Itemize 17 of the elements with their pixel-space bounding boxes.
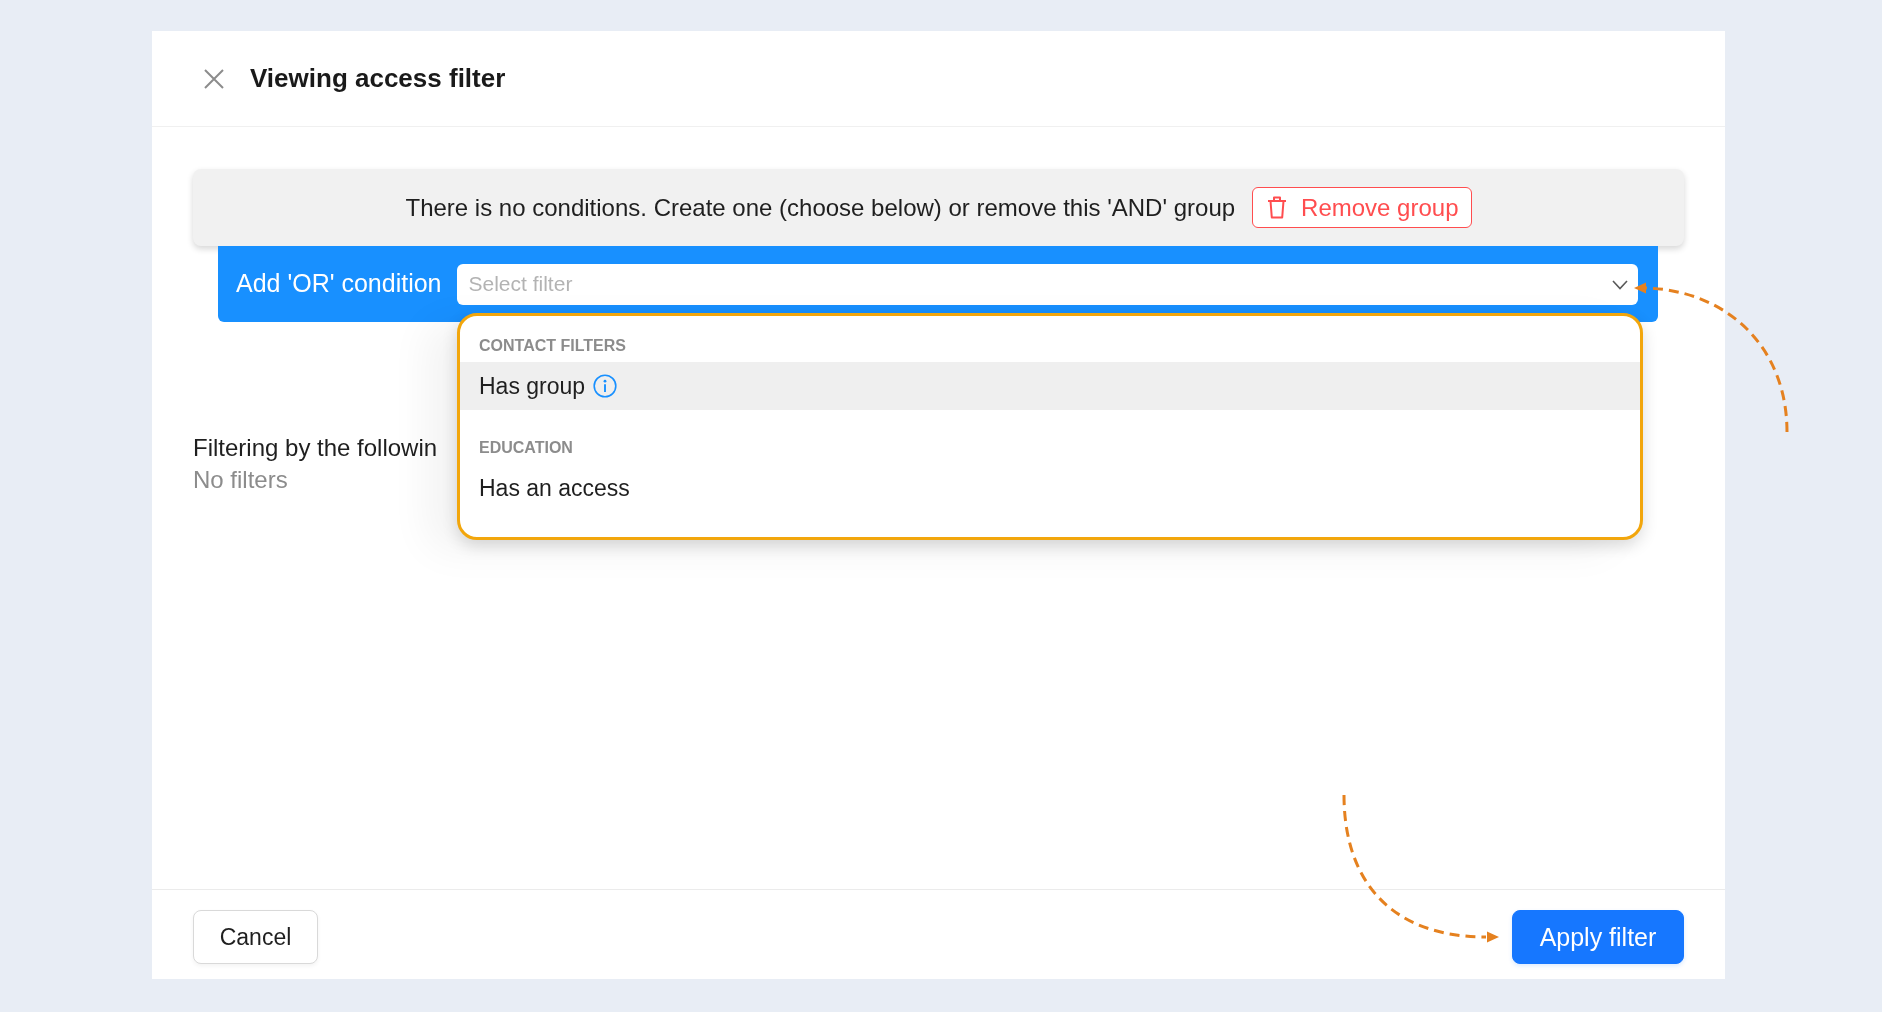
close-button[interactable] xyxy=(204,68,224,89)
no-filters-text: No filters xyxy=(193,465,288,495)
filter-summary-heading: Filtering by the followin xyxy=(193,433,438,463)
dialog-title: Viewing access filter xyxy=(250,62,506,95)
group-heading: CONTACT FILTERS xyxy=(479,336,626,356)
close-icon xyxy=(204,68,224,89)
apply-filter-button[interactable]: Apply filter xyxy=(1512,910,1684,964)
select-field[interactable]: Select filter xyxy=(456,263,1638,305)
info-icon[interactable] xyxy=(593,374,618,398)
or-condition-label: Add 'OR' condition xyxy=(236,268,442,300)
group-heading: EDUCATION xyxy=(479,438,573,458)
trash-icon xyxy=(1267,196,1288,219)
chevron-down-icon xyxy=(1612,279,1628,290)
dropdown-option[interactable]: Has group xyxy=(460,362,1640,410)
dropdown-option[interactable]: Has an access xyxy=(460,464,1640,512)
empty-group-message: There is no conditions. Create one (choose below) or remove this 'AND' group xyxy=(405,192,1236,223)
cancel-button[interactable]: Cancel xyxy=(193,910,318,964)
